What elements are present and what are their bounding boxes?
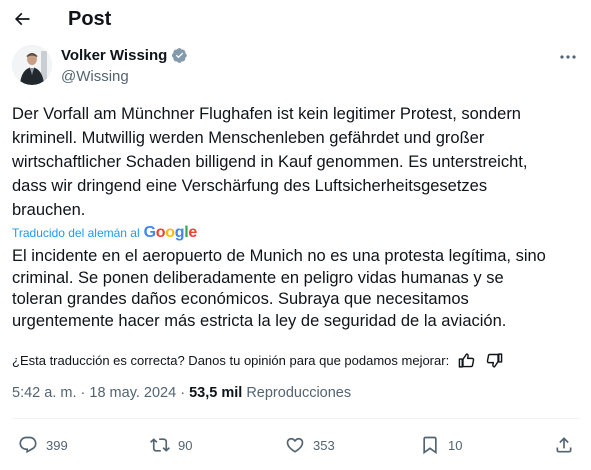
bookmark-count: 10	[448, 437, 463, 453]
translation-feedback: ¿Esta traducción es correcta? Danos tu o…	[12, 349, 505, 371]
views-label: Reproducciones	[246, 385, 352, 401]
more-dots-icon	[560, 55, 576, 59]
verified-badge-icon[interactable]	[171, 47, 188, 64]
views-count: 53,5 mil	[189, 385, 243, 401]
reply-button[interactable]: 399	[18, 430, 68, 460]
reply-icon	[19, 436, 37, 454]
like-count: 353	[313, 437, 335, 453]
divider	[12, 418, 580, 419]
translated-label[interactable]: Traducido del alemán al	[12, 226, 140, 240]
share-button[interactable]	[554, 430, 574, 460]
meta-separator: ·	[80, 385, 86, 401]
repost-icon	[150, 438, 170, 452]
bookmark-button[interactable]: 10	[420, 430, 462, 460]
more-options-button[interactable]	[557, 48, 579, 66]
translation-text: El incidente en el aeropuerto de Munich …	[12, 247, 546, 330]
bookmark-icon	[423, 436, 437, 455]
thumbs-down-button[interactable]	[483, 349, 505, 371]
translation-attribution: Traducido del alemán al Google	[12, 224, 197, 242]
feedback-question: ¿Esta traducción es correcta? Danos tu o…	[12, 352, 450, 368]
action-bar: 399 90 353 10	[0, 430, 591, 460]
post-date[interactable]: 18 may. 2024	[89, 385, 176, 401]
google-logo: Google	[143, 224, 198, 241]
page-header: Post	[0, 0, 591, 40]
repost-button[interactable]: 90	[150, 430, 192, 460]
thumbs-down-icon	[486, 352, 502, 368]
author-name[interactable]: Volker Wissing	[61, 47, 167, 64]
thumbs-up-button[interactable]	[455, 349, 477, 371]
heart-icon	[286, 437, 304, 453]
avatar-photo-icon	[12, 45, 52, 85]
like-button[interactable]: 353	[285, 430, 335, 460]
repost-count: 90	[178, 437, 193, 453]
author-handle[interactable]: @Wissing	[61, 68, 129, 85]
post-detail-page: Post Volker Wissing @Wissing Der Vorfall…	[0, 0, 591, 470]
post-meta: 5:42 a. m. · 18 may. 2024 · 53,5 mil Rep…	[12, 385, 351, 401]
page-title: Post	[68, 8, 112, 30]
post-time[interactable]: 5:42 a. m.	[12, 385, 76, 401]
reply-count: 399	[46, 437, 68, 453]
post-text: Der Vorfall am Münchner Flughafen ist ke…	[12, 105, 528, 219]
back-button[interactable]	[9, 6, 35, 32]
author-name-row: Volker Wissing	[61, 47, 188, 64]
thumbs-up-icon	[458, 352, 474, 368]
meta-separator: ·	[180, 385, 186, 401]
share-icon	[556, 437, 572, 453]
avatar[interactable]	[12, 45, 52, 85]
arrow-left-icon	[14, 12, 30, 26]
